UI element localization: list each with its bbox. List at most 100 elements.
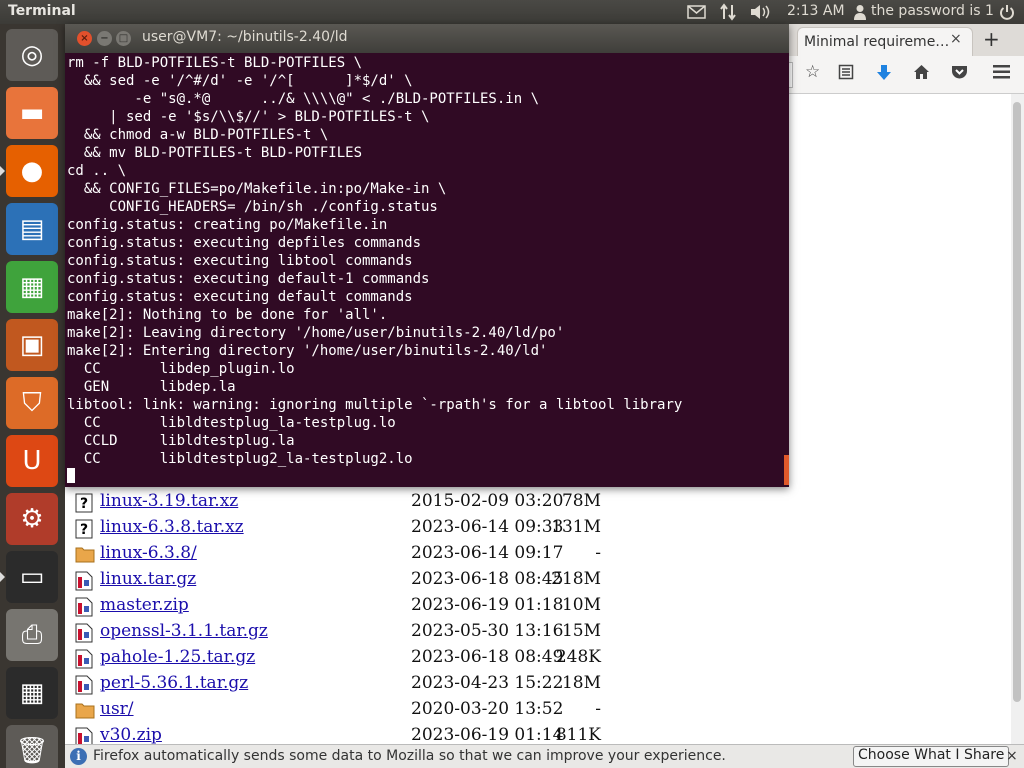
top-panel: Terminal 2:13 AM the password is 1	[0, 0, 1024, 24]
launcher-dash-home-icon[interactable]: ◎	[6, 29, 58, 81]
terminal-line: make[2]: Entering directory '/home/user/…	[67, 343, 548, 359]
launcher-ubuntu-one-icon[interactable]: U	[6, 435, 58, 487]
file-link[interactable]: linux.tar.gz	[100, 569, 196, 589]
terminal-line: -e "s@.*@ ../& \\\\@" < ./BLD-POTFILES.i…	[67, 91, 540, 107]
file-size: 131M	[551, 517, 601, 537]
user-menu-label[interactable]: the password is 1	[871, 3, 994, 19]
clock[interactable]: 2:13 AM	[787, 3, 845, 19]
terminal-window[interactable]: × − □ user@VM7: ~/binutils-2.40/ld rm -f…	[65, 24, 789, 487]
terminal-line: config.status: executing default-1 comma…	[67, 271, 430, 287]
launcher-printer-icon[interactable]: ⎙	[6, 609, 58, 661]
scrollbar-thumb[interactable]	[1013, 102, 1021, 702]
new-tab-button[interactable]: +	[983, 27, 1000, 51]
terminal-line: config.status: executing depfiles comman…	[67, 235, 422, 251]
launcher-trash-icon[interactable]: 🗑	[6, 725, 58, 768]
pocket-icon[interactable]	[951, 64, 968, 80]
volume-icon[interactable]	[750, 4, 772, 20]
power-icon[interactable]	[999, 4, 1015, 20]
launcher-terminal-icon[interactable]: ▭	[6, 551, 58, 603]
launcher-software-center-icon[interactable]: ⛉	[6, 377, 58, 429]
svg-text:?: ?	[80, 522, 88, 538]
terminal-line: config.status: creating po/Makefile.in	[67, 217, 388, 233]
navigation-toolbar	[788, 56, 1024, 94]
terminal-line: | sed -e '$s/\\$//' > BLD-POTFILES-t \	[67, 109, 430, 125]
terminal-line: make[2]: Leaving directory '/home/user/b…	[67, 325, 565, 341]
terminal-line: cd .. \	[67, 163, 127, 179]
file-row: openssl-3.1.1.tar.gz 2023-05-30 13:16 15M	[75, 620, 615, 646]
file-size: 811K	[555, 725, 601, 745]
terminal-title: user@VM7: ~/binutils-2.40/ld	[142, 29, 348, 45]
archive-file-icon	[75, 597, 95, 617]
terminal-line: config.status: executing default command…	[67, 289, 413, 305]
terminal-line: rm -f BLD-POTFILES-t BLD-POTFILES \	[67, 55, 363, 71]
dash-home-glyph: ◎	[20, 40, 44, 70]
launcher-libreoffice-calc-icon[interactable]: ▦	[6, 261, 58, 313]
launcher-firefox-icon[interactable]: ●	[6, 145, 58, 197]
archive-file-icon	[75, 675, 95, 695]
tab-title: Minimal requireme…	[804, 34, 950, 50]
launcher-libreoffice-impress-icon[interactable]: ▣	[6, 319, 58, 371]
terminal-line: config.status: executing libtool command…	[67, 253, 413, 269]
terminal-line: && chmod a-w BLD-POTFILES-t \	[67, 127, 329, 143]
home-icon[interactable]	[913, 64, 930, 80]
terminal-line: libtool: link: warning: ignoring multipl…	[67, 397, 683, 413]
file-size: 10M	[561, 595, 601, 615]
svg-text:?: ?	[80, 496, 88, 512]
terminal-resize-handle[interactable]	[784, 455, 789, 485]
bookmark-star-icon[interactable]: ☆	[805, 62, 820, 82]
reader-list-icon[interactable]	[838, 64, 854, 80]
archive-file-icon	[75, 623, 95, 643]
folder-icon	[75, 701, 95, 721]
file-link[interactable]: linux-3.19.tar.xz	[100, 491, 238, 511]
file-link[interactable]: v30.zip	[100, 725, 162, 745]
minimize-window-icon[interactable]: −	[97, 31, 112, 46]
launcher: ◎ ▬ ● ▤ ▦ ▣ ⛉ U ⚙ ▭ ⎙ ▦ 🗑	[0, 24, 65, 768]
running-indicator	[0, 572, 5, 582]
notice-text: Firefox automatically sends some data to…	[93, 748, 726, 764]
file-size: 248K	[555, 647, 601, 667]
file-link[interactable]: linux-6.3.8/	[100, 543, 197, 563]
file-link[interactable]: perl-5.36.1.tar.gz	[100, 673, 248, 693]
notice-close-icon[interactable]: ×	[1006, 748, 1018, 764]
archive-file-icon	[75, 649, 95, 669]
choose-what-i-share-button[interactable]: Choose What I Share	[853, 746, 1010, 767]
network-icon[interactable]	[719, 3, 737, 21]
terminal-line: CC libdep_plugin.lo	[67, 361, 295, 377]
libreoffice-calc-glyph: ▦	[19, 272, 45, 302]
software-center-glyph: ⛉	[22, 387, 42, 418]
file-link[interactable]: linux-6.3.8.tar.xz	[100, 517, 244, 537]
file-row: linux-6.3.8/2023-06-14 09:17-	[75, 542, 615, 568]
terminal-titlebar[interactable]: × − □ user@VM7: ~/binutils-2.40/ld	[65, 24, 789, 53]
data-collection-notice: i Firefox automatically sends some data …	[65, 744, 1024, 768]
terminal-line: make[2]: Nothing to be done for 'all'.	[67, 307, 388, 323]
file-link[interactable]: pahole-1.25.tar.gz	[100, 647, 255, 667]
file-size: 15M	[561, 621, 601, 641]
archive-file-icon	[75, 571, 95, 591]
user-icon[interactable]	[853, 4, 867, 20]
file-link[interactable]: usr/	[100, 699, 134, 719]
libreoffice-impress-glyph: ▣	[19, 330, 45, 360]
ubuntu-one-glyph: U	[22, 446, 42, 476]
active-app-title: Terminal	[8, 3, 76, 19]
file-link[interactable]: master.zip	[100, 595, 189, 615]
terminal-cursor	[67, 468, 75, 483]
printer-glyph: ⎙	[21, 619, 43, 650]
trash-glyph: 🗑	[15, 736, 49, 766]
launcher-files-icon[interactable]: ▬	[6, 87, 58, 139]
launcher-system-settings-icon[interactable]: ⚙	[6, 493, 58, 545]
terminal-output[interactable]: rm -f BLD-POTFILES-t BLD-POTFILES \ && s…	[67, 54, 785, 484]
mail-icon[interactable]	[687, 5, 706, 19]
file-link[interactable]: openssl-3.1.1.tar.gz	[100, 621, 268, 641]
tab-close-icon[interactable]: ×	[950, 31, 962, 47]
workspace-switcher-glyph: ▦	[19, 678, 45, 708]
hamburger-menu-icon[interactable]	[993, 65, 1010, 79]
tab-minimal-requirements[interactable]: Minimal requireme…	[797, 27, 973, 56]
downloads-arrow-icon[interactable]	[876, 64, 892, 81]
launcher-workspace-switcher-icon[interactable]: ▦	[6, 667, 58, 719]
unknown-file-icon: ?	[75, 519, 95, 539]
close-window-icon[interactable]: ×	[77, 31, 92, 46]
maximize-window-icon[interactable]: □	[116, 31, 131, 46]
running-indicator	[0, 166, 5, 176]
launcher-libreoffice-writer-icon[interactable]: ▤	[6, 203, 58, 255]
file-row: pahole-1.25.tar.gz 2023-06-18 08:49 248K	[75, 646, 615, 672]
